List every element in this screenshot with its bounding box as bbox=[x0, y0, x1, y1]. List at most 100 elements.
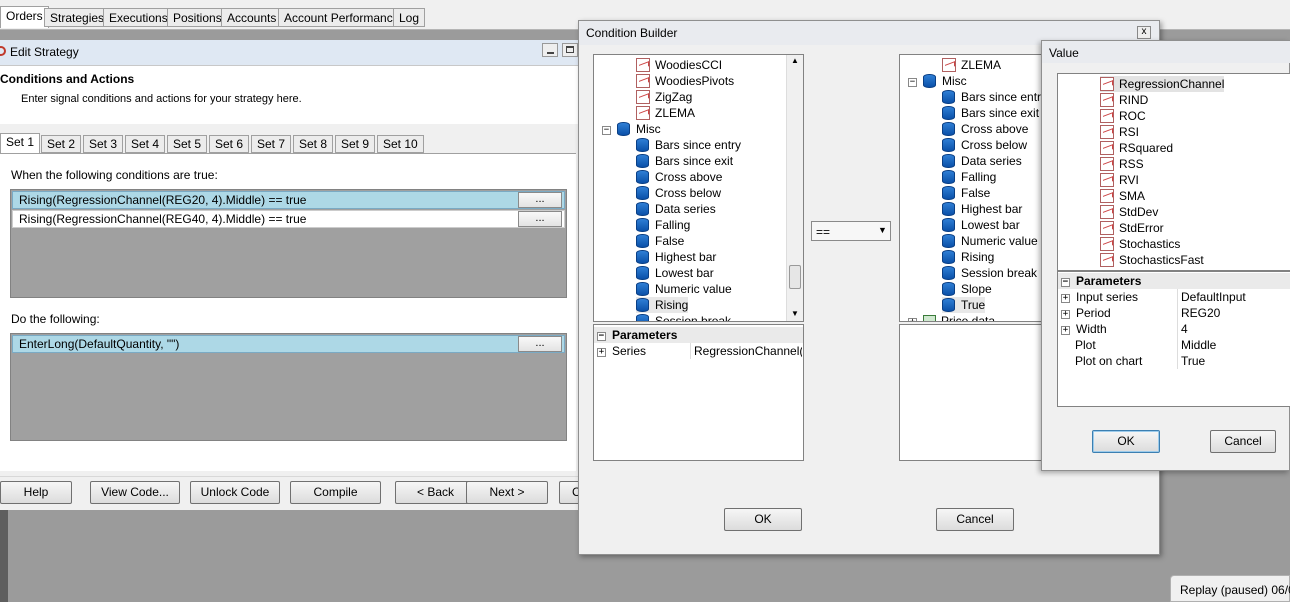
collapse-icon[interactable]: − bbox=[1061, 278, 1070, 287]
tree-item[interactable]: ZigZag bbox=[636, 89, 692, 105]
list-item[interactable]: Stochastics bbox=[1100, 236, 1180, 252]
edit-action-button[interactable]: ... bbox=[518, 336, 562, 352]
tree-item[interactable]: Numeric value bbox=[636, 281, 732, 297]
parameter-row[interactable]: Plot Middle bbox=[1058, 337, 1290, 353]
minimize-button[interactable] bbox=[542, 43, 558, 57]
edit-condition-button[interactable]: ... bbox=[518, 192, 562, 208]
ok-button[interactable]: OK bbox=[724, 508, 802, 531]
tree-item[interactable]: Cross below bbox=[636, 185, 721, 201]
parameter-row[interactable]: + Series RegressionChannel(RE bbox=[594, 343, 803, 359]
tree-item[interactable]: Bars since exit bbox=[636, 153, 733, 169]
cancel-button[interactable]: Cancel bbox=[1210, 430, 1276, 453]
tree-group-misc[interactable]: − Misc bbox=[908, 73, 967, 89]
list-item[interactable]: RVI bbox=[1100, 172, 1139, 188]
tab-accounts[interactable]: Accounts bbox=[221, 8, 283, 27]
left-expression-tree[interactable]: WoodiesCCI WoodiesPivots ZigZag ZLEMA − M… bbox=[593, 54, 804, 322]
tree-item[interactable]: Bars since entry bbox=[942, 89, 1043, 105]
tree-item[interactable]: Cross above bbox=[942, 121, 1028, 137]
conditions-list[interactable]: Rising(RegressionChannel(REG20, 4).Middl… bbox=[10, 189, 567, 298]
tree-item[interactable]: Lowest bar bbox=[942, 217, 1020, 233]
right-expression-tree[interactable]: ZLEMA − Misc Bars since entry Bars since … bbox=[899, 54, 1044, 322]
tab-set-5[interactable]: Set 5 bbox=[167, 135, 208, 153]
tree-item[interactable]: Falling bbox=[636, 217, 690, 233]
tree-item[interactable]: False bbox=[636, 233, 684, 249]
parameter-value[interactable]: DefaultInput bbox=[1177, 289, 1290, 305]
tree-item[interactable]: ZLEMA bbox=[942, 57, 1001, 73]
expand-icon[interactable]: + bbox=[1061, 294, 1070, 303]
parameter-row[interactable]: Plot on chart True bbox=[1058, 353, 1290, 369]
tree-item[interactable]: ZLEMA bbox=[636, 105, 695, 121]
action-row[interactable]: EnterLong(DefaultQuantity, "") ... bbox=[12, 335, 565, 353]
actions-list[interactable]: EnterLong(DefaultQuantity, "") ... bbox=[10, 333, 567, 441]
parameter-value[interactable]: REG20 bbox=[1177, 305, 1290, 321]
list-item[interactable]: RIND bbox=[1100, 92, 1148, 108]
parameter-row[interactable]: + Width 4 bbox=[1058, 321, 1290, 337]
tree-group-misc[interactable]: − Misc bbox=[602, 121, 661, 137]
maximize-button[interactable] bbox=[562, 43, 578, 57]
scroll-up-icon[interactable]: ▲ bbox=[791, 56, 799, 65]
scrollbar-thumb[interactable] bbox=[789, 265, 801, 289]
list-item[interactable]: StdError bbox=[1100, 220, 1164, 236]
tree-item[interactable]: Lowest bar bbox=[636, 265, 714, 281]
expand-icon[interactable]: + bbox=[1061, 310, 1070, 319]
tree-item[interactable]: WoodiesCCI bbox=[636, 57, 722, 73]
unlock-code-button[interactable]: Unlock Code bbox=[190, 481, 280, 504]
parameter-value[interactable]: Middle bbox=[1177, 337, 1290, 353]
close-icon[interactable]: x bbox=[1137, 26, 1151, 39]
ok-button[interactable]: OK bbox=[1092, 430, 1160, 453]
operator-select[interactable]: == ▼ bbox=[811, 221, 891, 241]
tree-item[interactable]: Session break bbox=[942, 265, 1037, 281]
tab-orders[interactable]: Orders bbox=[0, 6, 49, 28]
tree-item[interactable]: Bars since exit bbox=[942, 105, 1039, 121]
parameter-row[interactable]: + Input series DefaultInput bbox=[1058, 289, 1290, 305]
tree-item[interactable]: Data series bbox=[636, 201, 716, 217]
list-item[interactable]: StdDev bbox=[1100, 204, 1158, 220]
list-item[interactable]: RSI bbox=[1100, 124, 1139, 140]
tab-set-8[interactable]: Set 8 bbox=[293, 135, 334, 153]
collapse-icon[interactable]: − bbox=[597, 332, 606, 341]
tree-item-selected[interactable]: True bbox=[942, 297, 986, 313]
list-item[interactable]: RSquared bbox=[1100, 140, 1173, 156]
compile-button[interactable]: Compile bbox=[290, 481, 381, 504]
cancel-button[interactable]: Cancel bbox=[936, 508, 1014, 531]
list-item-selected[interactable]: RegressionChannel bbox=[1100, 76, 1225, 92]
list-item[interactable]: ROC bbox=[1100, 108, 1146, 124]
tree-item-selected[interactable]: Rising bbox=[636, 297, 689, 313]
tab-set-10[interactable]: Set 10 bbox=[377, 135, 424, 153]
left-parameters-grid[interactable]: −Parameters + Series RegressionChannel(RE bbox=[593, 324, 804, 461]
tab-strategies[interactable]: Strategies bbox=[44, 8, 111, 27]
tree-item[interactable]: Bars since entry bbox=[636, 137, 741, 153]
tree-item[interactable]: False bbox=[942, 185, 990, 201]
collapse-icon[interactable]: − bbox=[908, 78, 917, 87]
tab-set-7[interactable]: Set 7 bbox=[251, 135, 292, 153]
tree-item[interactable]: Falling bbox=[942, 169, 996, 185]
collapse-icon[interactable]: − bbox=[602, 126, 611, 135]
parameter-value[interactable]: 4 bbox=[1177, 321, 1290, 337]
value-parameters-grid[interactable]: − Parameters + Input series DefaultInput + P… bbox=[1057, 271, 1290, 407]
tab-executions[interactable]: Executions bbox=[103, 8, 174, 27]
tree-scrollbar[interactable]: ▲ ▼ bbox=[786, 55, 803, 321]
tab-set-4[interactable]: Set 4 bbox=[125, 135, 166, 153]
scroll-down-icon[interactable]: ▼ bbox=[791, 309, 799, 318]
help-button[interactable]: Help bbox=[0, 481, 72, 504]
view-code-button[interactable]: View Code... bbox=[90, 481, 180, 504]
condition-row[interactable]: Rising(RegressionChannel(REG20, 4).Middl… bbox=[12, 191, 565, 209]
tab-set-1[interactable]: Set 1 bbox=[0, 133, 41, 153]
tree-item[interactable]: Session break bbox=[636, 313, 731, 321]
condition-row[interactable]: Rising(RegressionChannel(REG40, 4).Middl… bbox=[12, 210, 565, 228]
tab-positions[interactable]: Positions bbox=[167, 8, 228, 27]
expand-icon[interactable]: + bbox=[597, 348, 606, 357]
tab-set-3[interactable]: Set 3 bbox=[83, 135, 124, 153]
right-parameters-grid[interactable] bbox=[899, 324, 1044, 461]
value-indicator-list[interactable]: RegressionChannel RIND ROC RSI RSquared … bbox=[1057, 73, 1290, 271]
back-button[interactable]: < Back bbox=[395, 481, 476, 504]
tab-log[interactable]: Log bbox=[393, 8, 426, 27]
edit-condition-button[interactable]: ... bbox=[518, 211, 562, 227]
list-item[interactable]: SMA bbox=[1100, 188, 1145, 204]
tree-item[interactable]: Cross above bbox=[636, 169, 722, 185]
next-button[interactable]: Next > bbox=[466, 481, 548, 504]
tree-group-price-data[interactable]: + Price data bbox=[908, 313, 995, 321]
tree-item[interactable]: Highest bar bbox=[942, 201, 1022, 217]
expand-icon[interactable]: + bbox=[1061, 326, 1070, 335]
tree-item[interactable]: Cross below bbox=[942, 137, 1027, 153]
